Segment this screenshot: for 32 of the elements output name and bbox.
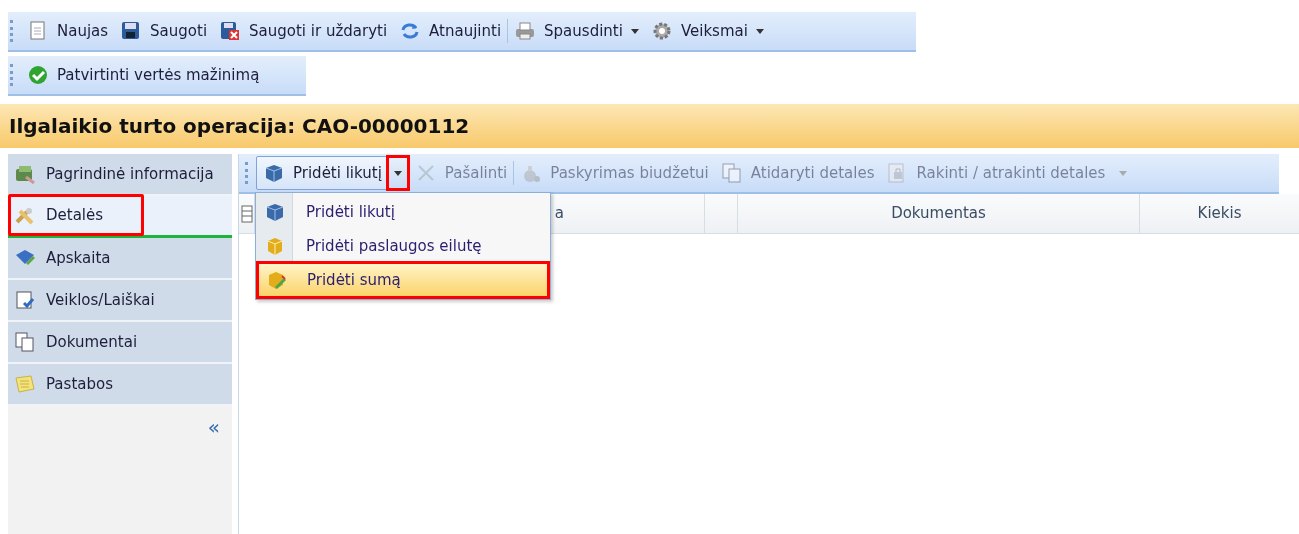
sidebar-item[interactable]: Pagrindinė informacija bbox=[8, 154, 232, 196]
column-header[interactable]: Dokumentas bbox=[891, 202, 986, 225]
dropdown-arrow-button[interactable] bbox=[387, 157, 408, 189]
window-title: Ilgalaikio turto operacija: CAO-00000112 bbox=[0, 104, 1299, 148]
toolbar-button[interactable]: Saugoti ir uždaryti bbox=[213, 17, 394, 45]
sidebar-item[interactable]: Dokumentai bbox=[8, 322, 232, 364]
sidebar-item[interactable]: Pastabos bbox=[8, 364, 232, 406]
box-icon bbox=[264, 201, 286, 223]
sidebar-item[interactable]: Apskaita bbox=[8, 238, 232, 280]
toolbar-button[interactable]: Veiksmai bbox=[644, 17, 770, 45]
save-close-icon bbox=[219, 20, 242, 42]
calendar-check-icon bbox=[14, 289, 36, 311]
overflow-caret-icon bbox=[1119, 170, 1128, 176]
sidebar-item[interactable]: Veiklos/Laiškai bbox=[8, 280, 232, 322]
toolbar-button[interactable]: Atnaujinti bbox=[393, 17, 508, 45]
column-header[interactable]: Kiekis bbox=[1197, 202, 1242, 225]
box-icon bbox=[263, 162, 285, 184]
collapse-button[interactable]: « bbox=[207, 412, 220, 442]
note-icon bbox=[14, 373, 36, 395]
documents-icon bbox=[14, 331, 36, 353]
menu-item[interactable]: Pridėti sumą bbox=[258, 263, 548, 297]
toolbar-button[interactable]: Spausdinti bbox=[508, 17, 645, 45]
documents-icon bbox=[720, 162, 743, 184]
toolbar-button[interactable]: Naujas bbox=[21, 17, 115, 45]
column-header[interactable]: a bbox=[554, 202, 564, 225]
sidebar-item[interactable]: Detalės bbox=[8, 196, 232, 238]
money-icon bbox=[14, 163, 36, 185]
check-icon bbox=[27, 64, 49, 86]
toolbar-button[interactable]: Saugoti bbox=[114, 17, 214, 45]
grid-icon bbox=[240, 203, 253, 224]
menu-item[interactable]: Pridėti likutį bbox=[258, 195, 548, 229]
printer-icon bbox=[514, 20, 537, 42]
